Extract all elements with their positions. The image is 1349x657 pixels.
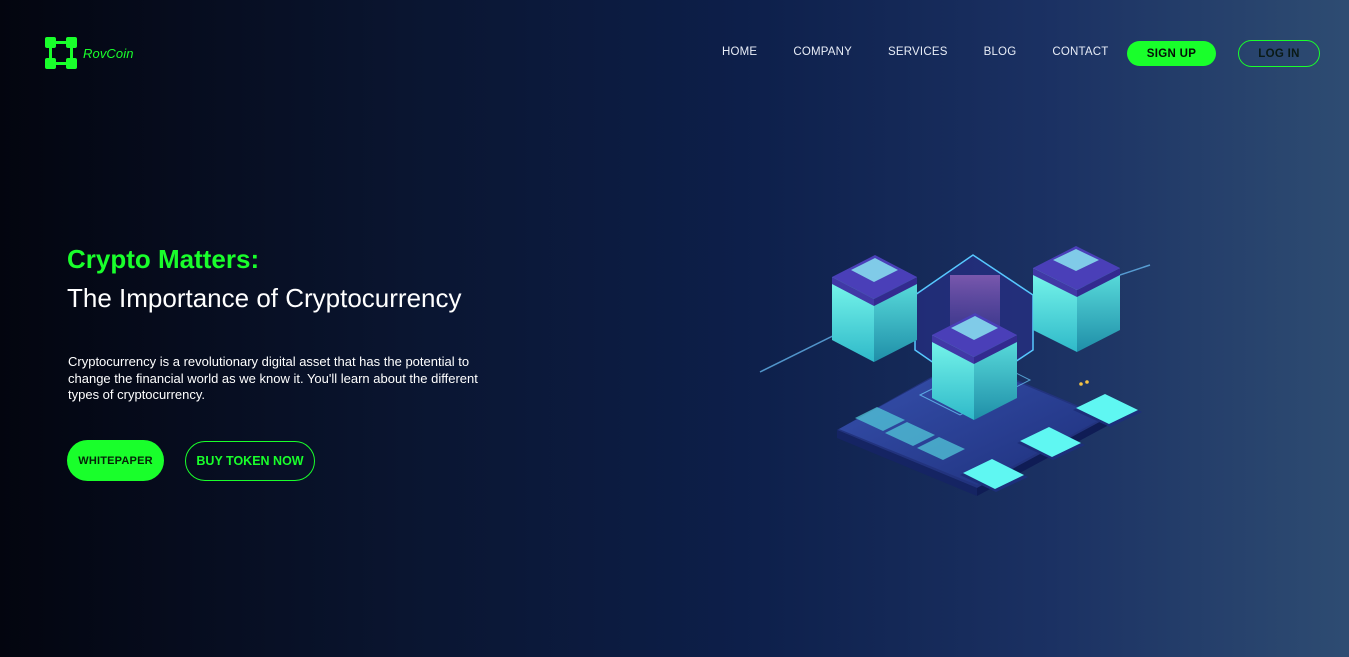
- main-nav: HOME COMPANY SERVICES BLOG CONTACT: [722, 46, 1144, 58]
- isometric-blockchain-servers-illustration: [759, 246, 1151, 496]
- hero-title: Crypto Matters:: [67, 244, 260, 274]
- hero-description: Cryptocurrency is a revolutionary digita…: [68, 354, 478, 402]
- log-in-button[interactable]: LOG IN: [1238, 40, 1320, 67]
- whitepaper-button[interactable]: WHITEPAPER: [67, 440, 164, 481]
- nav-item-services[interactable]: SERVICES: [888, 46, 948, 58]
- blockchain-nodes-icon: [45, 37, 77, 69]
- nav-item-contact[interactable]: CONTACT: [1052, 46, 1108, 58]
- nav-item-company[interactable]: COMPANY: [793, 46, 852, 58]
- buy-token-button[interactable]: BUY TOKEN NOW: [185, 441, 315, 481]
- brand-logo-link[interactable]: RovCoin: [44, 36, 134, 70]
- nav-item-blog[interactable]: BLOG: [984, 46, 1017, 58]
- nav-item-home[interactable]: HOME: [722, 46, 757, 58]
- hero-subtitle: The Importance of Cryptocurrency: [67, 283, 462, 313]
- brand-name: RovCoin: [83, 45, 134, 61]
- sign-up-button[interactable]: SIGN UP: [1127, 41, 1216, 66]
- top-navigation-bar: RovCoin HOME COMPANY SERVICES BLOG CONTA…: [0, 0, 1349, 105]
